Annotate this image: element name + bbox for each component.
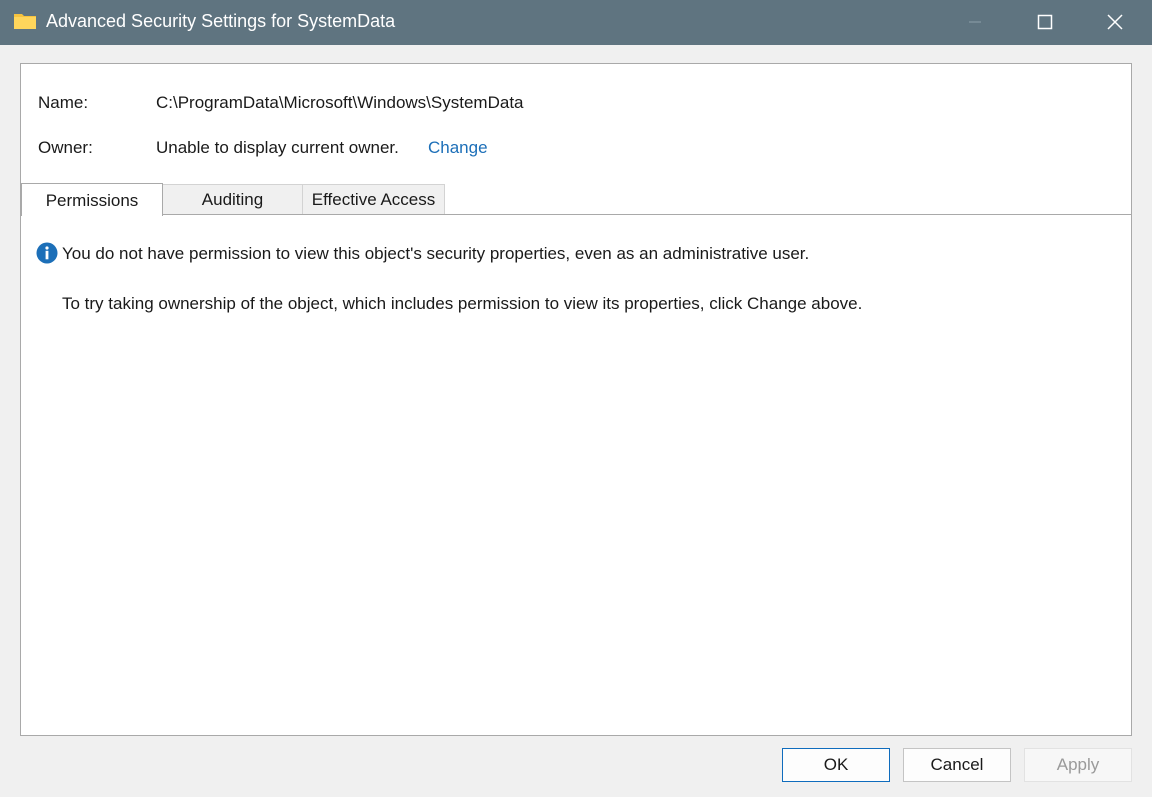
tab-divider [21, 214, 1131, 215]
owner-change-link[interactable]: Change [428, 138, 488, 158]
security-settings-window: Advanced Security Settings for SystemDat… [0, 0, 1152, 797]
close-button[interactable] [1080, 0, 1150, 45]
maximize-button[interactable] [1010, 0, 1080, 45]
cancel-button[interactable]: Cancel [903, 748, 1011, 782]
window-title: Advanced Security Settings for SystemDat… [46, 11, 396, 31]
title-bar: Advanced Security Settings for SystemDat… [0, 0, 1152, 45]
apply-button[interactable]: Apply [1024, 748, 1132, 782]
name-label: Name: [38, 93, 89, 112]
name-value: C:\ProgramData\Microsoft\Windows\SystemD… [156, 93, 524, 112]
settings-panel: Name: C:\ProgramData\Microsoft\Windows\S… [20, 63, 1132, 736]
maximize-icon [1037, 14, 1053, 30]
permission-message: You do not have permission to view this … [62, 244, 810, 263]
ownership-hint: To try taking ownership of the object, w… [62, 294, 863, 313]
owner-label: Owner: [38, 138, 93, 157]
minimize-button[interactable] [940, 0, 1010, 45]
tab-auditing[interactable]: Auditing [162, 184, 303, 214]
tab-permissions[interactable]: Permissions [21, 183, 163, 216]
ok-button[interactable]: OK [782, 748, 890, 782]
minimize-icon [969, 21, 981, 23]
owner-value: Unable to display current owner. [156, 138, 399, 157]
close-icon [1107, 14, 1123, 30]
tab-effective-access[interactable]: Effective Access [302, 184, 445, 214]
info-icon [36, 242, 58, 264]
folder-icon [13, 11, 37, 31]
